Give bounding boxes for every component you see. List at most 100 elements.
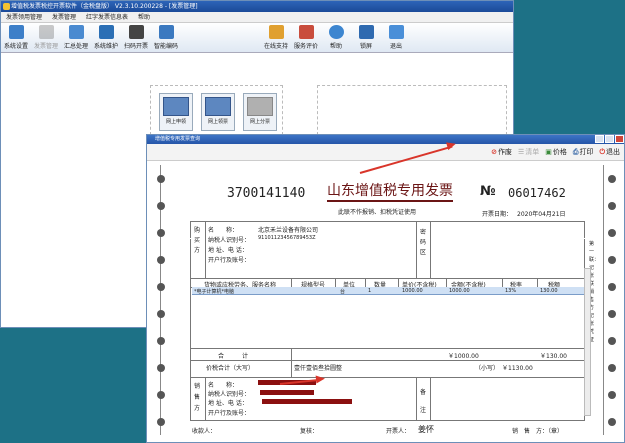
toolbar: 系统设置 发票管理 汇总处理 系统维护 扫码开票 智能编码 在线支持 服务评价 … [1, 23, 513, 53]
drawer-label: 开票人： [386, 428, 411, 435]
invoice-manage-button[interactable]: 发票管理 [31, 23, 61, 52]
window-title: 增值税发票税控开票软件（金税盘版） V2.3.10.200228 - [发票管理… [11, 3, 198, 10]
feed-hole [157, 256, 165, 264]
buyer-side-char: 购 [194, 227, 201, 234]
receive-icon [205, 97, 231, 116]
rating-icon [298, 25, 314, 39]
price-label: 价格 [552, 148, 567, 156]
minimize-button[interactable] [595, 135, 604, 143]
table-row[interactable] [192, 287, 585, 295]
hline [190, 377, 585, 378]
hline [190, 348, 585, 349]
feed-hole [157, 175, 165, 183]
hline [190, 278, 585, 279]
print-label: 打印 [579, 148, 594, 156]
arrowhead-icon [315, 374, 326, 384]
scan-invoice-button[interactable]: 扫码开票 [121, 23, 151, 52]
online-split-label: 网上分票 [249, 119, 270, 125]
feed-hole [157, 283, 165, 291]
code-icon [158, 25, 174, 39]
online-receive-module[interactable]: 网上领票 [201, 93, 235, 131]
apply-icon [163, 97, 189, 116]
maximize-button[interactable] [605, 135, 614, 143]
lock-screen-button[interactable]: 锁屏 [351, 23, 381, 52]
help-button[interactable]: 帮助 [321, 23, 351, 52]
exit-label: 退出 [389, 43, 402, 50]
seller-taxid-label: 纳税人识别号： [208, 391, 251, 398]
feed-hole [608, 202, 616, 210]
dialog-toolbar: ⊘ 作废 ☰ 清单 ▣ 价格 ⎙ 打印 ⏻ 退出 [147, 144, 624, 161]
invoice-no-label: № [480, 184, 496, 199]
print-button[interactable]: ⎙ 打印 [573, 147, 594, 157]
lock-screen-label: 锁屏 [359, 43, 372, 50]
password-side-char: 码 [420, 239, 427, 246]
buyer-taxid-label: 纳税人识别号： [208, 237, 251, 244]
vertical-scrollbar[interactable] [584, 268, 591, 416]
buyer-taxid: 91101123456789453Z [258, 235, 316, 241]
power-icon: ⏻ [599, 147, 605, 156]
system-settings-button[interactable]: 系统设置 [1, 23, 31, 52]
grand-small: ￥1130.00 [502, 365, 533, 372]
feed-hole [608, 310, 616, 318]
row-amount: 1000.00 [449, 288, 470, 294]
app-icon [3, 3, 10, 10]
invoice-date-label: 开票日期： [482, 211, 513, 218]
invoice-title: 山东增值税专用发票 [327, 180, 453, 202]
remark-side-char: 注 [420, 407, 427, 414]
menu-help[interactable]: 帮助 [133, 12, 155, 22]
seller-name-label: 名 称： [208, 382, 239, 389]
menu-red-invoice[interactable]: 红字发票信息表 [81, 12, 133, 22]
close-button[interactable] [615, 135, 624, 143]
feed-hole [608, 364, 616, 372]
feed-hole [608, 256, 616, 264]
monitor-icon [98, 25, 114, 39]
buyer-name: 北京禾兰设备有限公司 [258, 227, 319, 234]
void-button[interactable]: ⊘ 作废 [491, 147, 512, 157]
feed-hole [157, 310, 165, 318]
dialog-exit-label: 退出 [606, 148, 620, 156]
vline [291, 348, 292, 377]
invoice-date: 2020年04月21日 [517, 211, 566, 218]
seller-side-label: 销售方 [194, 381, 202, 414]
seller-stamp-label: 销 售 方：（章） [512, 428, 564, 435]
list-button[interactable]: ☰ 清单 [518, 147, 539, 157]
feed-hole [608, 175, 616, 183]
row-tax: 130.00 [540, 288, 558, 294]
online-support-button[interactable]: 在线支持 [261, 23, 291, 52]
menu-invoice-manage[interactable]: 发票管理 [47, 12, 81, 22]
summary-button[interactable]: 汇总处理 [61, 23, 91, 52]
list-label: 清单 [525, 148, 540, 156]
seller-side-char: 售 [194, 394, 201, 401]
service-rating-label: 服务评价 [293, 43, 318, 50]
summary-icon [68, 25, 84, 39]
price-icon: ▣ [545, 148, 552, 156]
dialog-exit-button[interactable]: ⏻ 退出 [599, 147, 620, 157]
price-button[interactable]: ▣ 价格 [545, 147, 567, 157]
dialog-title: 增值税专用发票查询 [155, 136, 201, 142]
remark-label: 备注 [420, 384, 428, 420]
maintenance-button[interactable]: 系统维护 [91, 23, 121, 52]
window-controls [594, 135, 624, 143]
split-icon [247, 97, 273, 116]
drawer-name: 姜怀 [418, 425, 434, 434]
feed-hole [157, 391, 165, 399]
support-icon [268, 25, 284, 39]
lock-icon [358, 25, 374, 39]
remark-side-char: 备 [420, 389, 427, 396]
menu-invoice-receive[interactable]: 发票领用管理 [1, 12, 47, 22]
smart-code-label: 智能编码 [153, 43, 178, 50]
online-apply-module[interactable]: 网上申领 [159, 93, 193, 131]
feed-hole [608, 283, 616, 291]
vline [430, 377, 431, 421]
service-rating-button[interactable]: 服务评价 [291, 23, 321, 52]
feed-hole [608, 418, 616, 426]
buyer-bank-label: 开户行及账号： [208, 257, 251, 264]
main-titlebar: 增值税发票税控开票软件（金税盘版） V2.3.10.200228 - [发票管理… [1, 1, 513, 12]
redaction-bar [260, 390, 314, 395]
vline [430, 221, 431, 278]
invoice: 3700141140 山东增值税专用发票 此联不作报销、扣税凭证使用 № 060… [190, 178, 590, 438]
smart-code-button[interactable]: 智能编码 [151, 23, 181, 52]
online-split-module[interactable]: 网上分票 [243, 93, 277, 131]
exit-button[interactable]: 退出 [381, 23, 411, 52]
